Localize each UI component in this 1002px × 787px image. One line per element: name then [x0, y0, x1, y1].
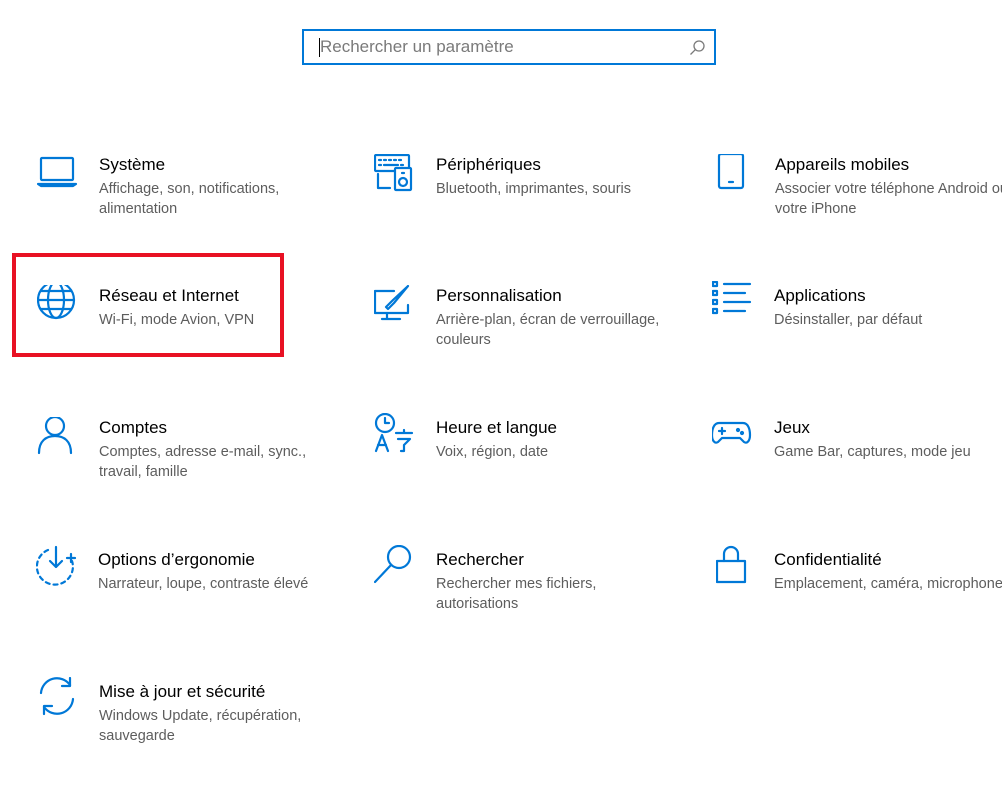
search-icon[interactable] — [689, 39, 706, 56]
tile-systeme[interactable]: Système Affichage, son, notifications, a… — [37, 154, 337, 264]
tile-title: Système — [99, 155, 166, 174]
tile-title: Appareils mobiles — [775, 155, 910, 174]
tile-description: Associer votre téléphone Android ou votr… — [775, 181, 1002, 217]
tile-title: Confidentialité — [774, 550, 882, 569]
tile-appareils-mobiles[interactable]: Appareils mobiles Associer votre télépho… — [713, 154, 1002, 264]
tile-description: Emplacement, caméra, microphone — [774, 576, 1002, 592]
tile-title: Réseau et Internet — [99, 286, 239, 305]
tile-title: Jeux — [774, 418, 810, 437]
time-language-icon — [374, 413, 414, 453]
tile-ergonomie[interactable]: Options d’ergonomie Narrateur, loupe, co… — [36, 545, 336, 655]
tile-title: Applications — [774, 286, 866, 305]
tile-heure-langue[interactable]: Heure et langue Voix, région, date — [374, 413, 674, 523]
tile-description: Wi-Fi, mode Avion, VPN — [99, 312, 255, 328]
search-input[interactable] — [318, 34, 680, 60]
tile-title: Mise à jour et sécurité — [99, 682, 266, 701]
tile-description: Voix, région, date — [436, 444, 549, 460]
tile-description: Affichage, son, notifications, alimentat… — [99, 181, 280, 217]
phone-icon — [717, 154, 745, 190]
devices-icon — [374, 154, 413, 192]
tile-description: Arrière-plan, écran de verrouillage, cou… — [436, 312, 660, 348]
tile-description: Bluetooth, imprimantes, souris — [436, 181, 632, 197]
tile-title: Comptes — [99, 418, 168, 437]
tile-description: Game Bar, captures, mode jeu — [774, 444, 971, 460]
tile-confidentialite[interactable]: Confidentialité Emplacement, caméra, mic… — [716, 545, 1002, 655]
tile-description: Rechercher mes fichiers, autorisations — [436, 576, 597, 612]
tile-comptes[interactable]: Comptes Comptes, adresse e-mail, sync., … — [37, 417, 337, 527]
person-icon — [37, 417, 73, 455]
tile-rechercher[interactable]: Rechercher Rechercher mes fichiers, auto… — [374, 545, 674, 655]
ease-of-access-icon — [36, 545, 77, 586]
update-icon — [39, 677, 75, 716]
tile-applications[interactable]: Applications Désinstaller, par défaut — [712, 281, 1002, 391]
tile-title: Heure et langue — [436, 418, 557, 437]
tile-reseau-internet[interactable]: Réseau et Internet Wi-Fi, mode Avion, VP… — [37, 285, 337, 395]
lock-icon — [716, 545, 747, 584]
tile-title: Options d’ergonomie — [98, 550, 255, 569]
tile-title: Rechercher — [436, 550, 524, 569]
magnifier-icon — [374, 545, 412, 584]
gamepad-icon — [712, 421, 752, 444]
search-box[interactable] — [302, 29, 716, 65]
tile-description: Désinstaller, par défaut — [774, 312, 923, 328]
paint-icon — [374, 285, 410, 321]
tile-title: Périphériques — [436, 155, 541, 174]
tile-description: Windows Update, récupération, sauvegarde — [99, 708, 302, 744]
apps-list-icon — [712, 281, 752, 315]
tile-mise-a-jour[interactable]: Mise à jour et sécurité Windows Update, … — [37, 677, 337, 787]
tile-description: Narrateur, loupe, contraste élevé — [98, 576, 309, 592]
tile-jeux[interactable]: Jeux Game Bar, captures, mode jeu — [712, 417, 1002, 527]
tile-description: Comptes, adresse e-mail, sync., travail,… — [99, 444, 307, 480]
tile-personnalisation[interactable]: Personnalisation Arrière-plan, écran de … — [374, 285, 674, 395]
globe-icon — [37, 285, 76, 320]
tile-peripheriques[interactable]: Périphériques Bluetooth, imprimantes, so… — [374, 154, 674, 264]
tile-title: Personnalisation — [436, 286, 562, 305]
laptop-icon — [37, 156, 78, 188]
